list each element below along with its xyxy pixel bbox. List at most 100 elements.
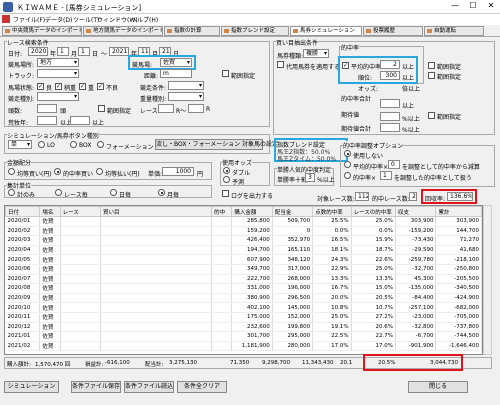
sim-opt-formation[interactable]	[97, 141, 104, 148]
save-button[interactable]: 条件ファイル保存	[71, 381, 121, 393]
table-row[interactable]: 2020/08 佐賀 331,000 196,000 16.7% 15.0% -135,00…	[5, 283, 482, 294]
app-menu-icon[interactable]	[2, 15, 10, 23]
table-scrollbar[interactable]	[483, 205, 492, 355]
table-row[interactable]: 2020/09 佐賀 380,900 296,500 20.0% 20.5% -84,400…	[5, 293, 482, 304]
unit-input[interactable]: 1000	[162, 167, 194, 176]
table-row[interactable]: 2020/11 佐賀 175,000 152,000 25.0% 27.2% -23,000…	[5, 312, 482, 323]
table-row[interactable]: 2021/02 佐賀 1,181,900 280,000 17.0% 17.0% -901,…	[5, 341, 482, 352]
column-header[interactable]: 買い目	[99, 206, 213, 217]
old-input[interactable]	[37, 116, 57, 125]
table-row[interactable]: 2020/07 佐賀 222,700 268,000 13.3% 13.3% 45,300-…	[5, 274, 482, 285]
column-header[interactable]: レース	[59, 206, 101, 217]
table-row[interactable]: 2020/03 佐賀 426,400 352,970 16.5% 15.9% -73,430…	[5, 235, 482, 246]
tab-index-calc[interactable]: 指数の計算	[164, 26, 220, 36]
column-header[interactable]: 場名	[39, 206, 61, 217]
race-kind-select[interactable]	[37, 92, 79, 101]
sim-opt-box[interactable]	[70, 141, 77, 148]
column-header[interactable]: レースの的中率	[350, 206, 397, 217]
tab-auto[interactable]: 自動運転	[424, 26, 484, 36]
clear-button[interactable]: 条件全クリア	[177, 381, 227, 393]
table-row[interactable]: 2021/01 佐賀 301,700 295,000 22.5% 22.7% -6,700-…	[5, 331, 482, 342]
agg-race[interactable]	[55, 189, 62, 196]
sim-opt-single[interactable]	[38, 141, 45, 148]
track-type-select[interactable]	[37, 69, 79, 78]
date-from-month[interactable]: 1	[57, 47, 69, 56]
cond-good-checkbox[interactable]: ✓	[37, 83, 44, 90]
close-button[interactable]: 閉じる	[408, 381, 468, 393]
close-icon[interactable]: ✕	[484, 1, 498, 10]
tab-history[interactable]: 投票履歴	[363, 26, 423, 36]
table-row[interactable]: 2020/12 佐賀 232,600 199,800 19.1% 20.6% -32,800…	[5, 322, 482, 333]
old-input-2[interactable]	[70, 116, 90, 125]
column-header[interactable]: 日付	[5, 206, 41, 217]
expect-range-checkbox[interactable]	[428, 112, 435, 119]
table-row[interactable]: 2020/01 佐賀 285,800 509,700 25.5% 25.0% 303,900…	[5, 216, 482, 227]
rank-range-checkbox[interactable]	[428, 72, 435, 79]
distance-range-checkbox[interactable]	[222, 70, 229, 77]
table-row[interactable]: 2020/06 佐賀 349,700 317,000 22.9% 25.0% -32,700…	[5, 264, 482, 275]
conf-input[interactable]: 3	[305, 173, 315, 182]
tab-blend[interactable]: 指数ブレンド設定	[221, 26, 289, 36]
track-select[interactable]: 佐賀	[160, 58, 192, 67]
column-header[interactable]: 的中	[211, 206, 233, 217]
agg-total[interactable]	[8, 189, 15, 196]
race-to-input[interactable]	[188, 104, 204, 113]
hit-range-checkbox[interactable]	[428, 62, 435, 69]
minimize-icon[interactable]: —	[448, 1, 462, 10]
opt-hit-input[interactable]: 1	[380, 171, 392, 180]
simulation-button[interactable]: シミュレーション	[4, 381, 59, 393]
expect-input[interactable]	[380, 112, 400, 121]
ratio-input[interactable]	[380, 99, 400, 108]
menu-help[interactable]: ヘルプ(H)	[131, 15, 158, 24]
distance-input[interactable]: m	[160, 69, 192, 78]
column-header[interactable]: 購入金額	[231, 206, 273, 217]
menu-file[interactable]: ファイル(F)	[13, 15, 45, 24]
opt-avg-input[interactable]: 0	[388, 160, 400, 169]
avg-hit-input[interactable]: 2	[380, 60, 400, 69]
odds-double[interactable]	[223, 167, 230, 174]
alloc-equal-buy[interactable]	[8, 168, 15, 175]
menu-tools[interactable]: ツール(T)	[73, 15, 99, 24]
alloc-equal-pay[interactable]	[96, 168, 103, 175]
tab-import-local[interactable]: 地方競馬データのインポート(J)	[83, 26, 163, 36]
race-type-select[interactable]	[168, 81, 204, 90]
tab-import-central[interactable]: 中央競馬データのインポート(J)	[2, 26, 82, 36]
avg-hit-checkbox[interactable]: ✓	[342, 62, 349, 69]
rank-input[interactable]: 300	[380, 71, 400, 80]
table-row[interactable]: 2020/10 佐賀 402,100 145,000 10.8% 10.7% -257,10…	[5, 302, 482, 313]
cond-slight-checkbox[interactable]: ✓	[55, 83, 62, 90]
column-header[interactable]: 収支	[395, 206, 437, 217]
alloc-hit-rate[interactable]	[54, 168, 61, 175]
load-button[interactable]: 条件ファイル読込	[124, 381, 174, 393]
count-range-checkbox[interactable]	[98, 105, 105, 112]
opt-hit[interactable]	[344, 172, 351, 179]
opt-avg[interactable]	[344, 161, 351, 168]
bet-type-select[interactable]: 複勝	[303, 49, 329, 58]
column-header[interactable]: 点数的中率	[312, 206, 352, 217]
tab-simulation[interactable]: 馬券シミュレーション	[290, 26, 362, 36]
table-row[interactable]: 2020/02 佐賀 159,200 0 0.0% 0.0% -159,200 144,700	[5, 226, 482, 237]
date-from-year[interactable]: 2020	[28, 47, 48, 56]
weight-select[interactable]	[168, 92, 204, 101]
target-horse-button[interactable]: 流し・BOX・フォーメーション 対象馬の設定	[155, 139, 278, 150]
table-row[interactable]: 2020/04 佐賀 194,700 165,110 18.1% 18.7% -29,590…	[5, 245, 482, 256]
odds-forecast[interactable]	[223, 176, 230, 183]
opt-none[interactable]	[344, 150, 351, 157]
log-checkbox[interactable]	[222, 190, 229, 197]
substitute-checkbox[interactable]	[277, 61, 284, 68]
menu-data[interactable]: データ(D)	[45, 15, 72, 24]
date-from-day[interactable]: 1	[78, 47, 90, 56]
maximize-icon[interactable]: ☐	[466, 1, 480, 10]
venue-select[interactable]: 地方	[37, 58, 79, 67]
column-header[interactable]: 累計	[435, 206, 482, 217]
sim-bet-select[interactable]: 単	[8, 140, 32, 149]
count-input[interactable]	[37, 104, 57, 113]
race-from-input[interactable]	[158, 104, 174, 113]
expect-total-input[interactable]	[380, 123, 400, 132]
agg-day[interactable]	[110, 189, 117, 196]
cond-heavy-checkbox[interactable]: ✓	[79, 83, 86, 90]
cond-bad-checkbox[interactable]: ✓	[97, 83, 104, 90]
table-row[interactable]: 2020/05 佐賀 607,900 348,120 24.3% 22.6% -259,78…	[5, 254, 482, 265]
column-header[interactable]: 配当金	[271, 206, 314, 217]
date-to-year[interactable]: 2021	[109, 47, 129, 56]
